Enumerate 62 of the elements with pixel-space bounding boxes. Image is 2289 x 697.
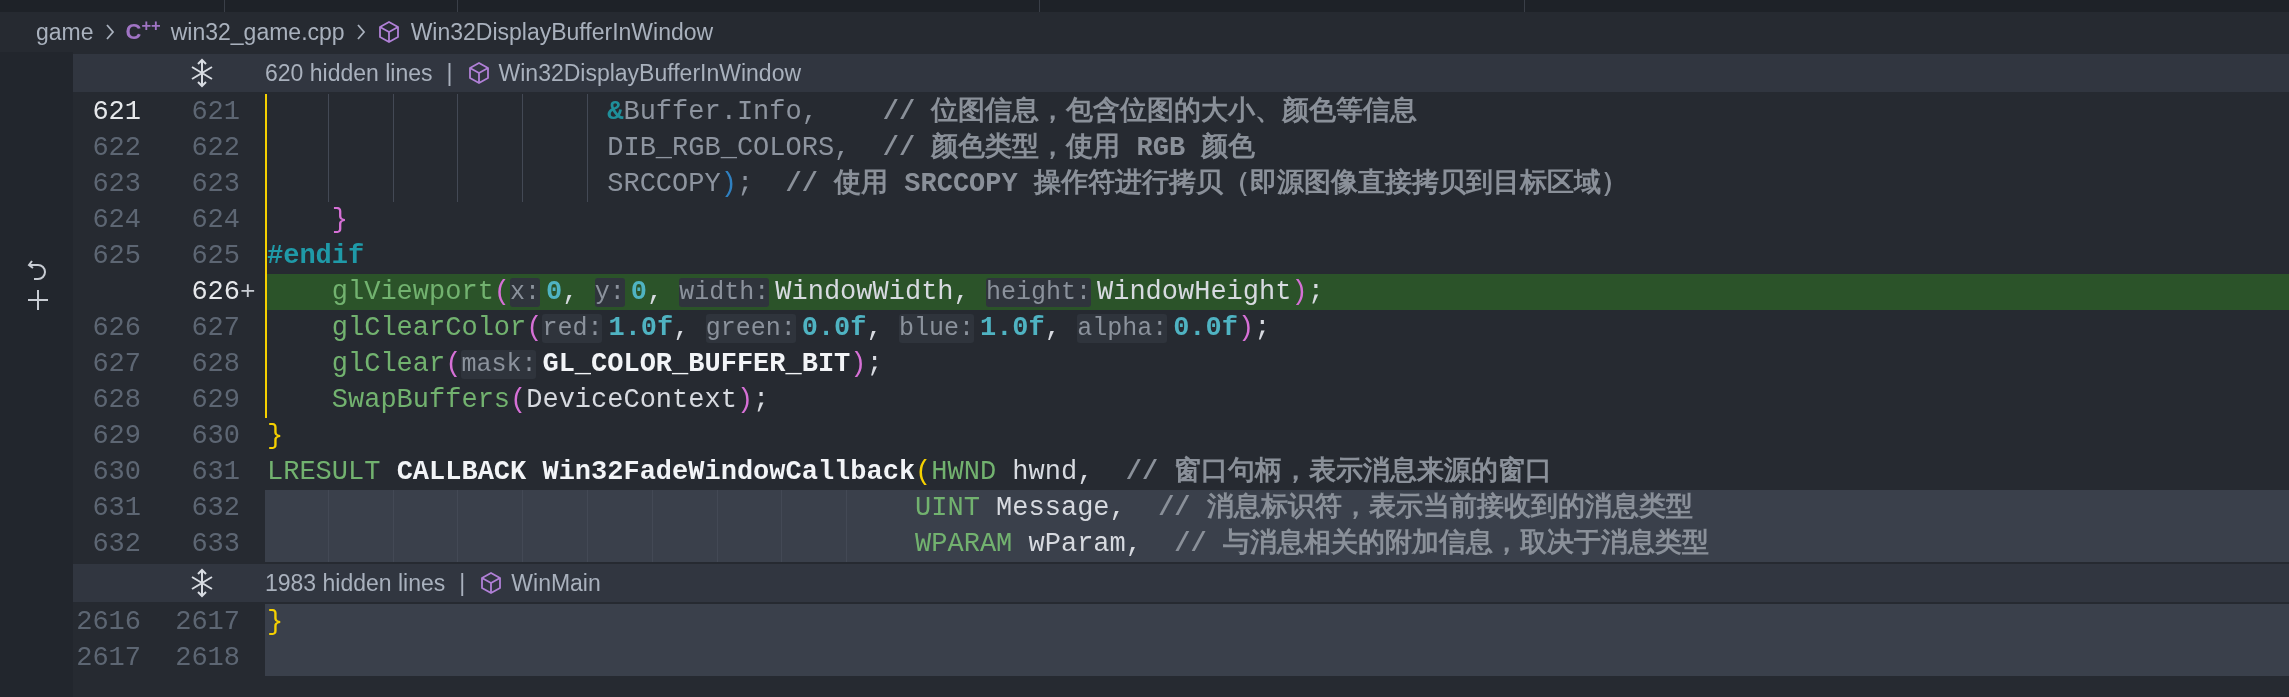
line-number: 631 xyxy=(191,457,240,487)
code-line: #endif xyxy=(267,241,365,271)
separator-text: | xyxy=(446,58,453,88)
code-line: } xyxy=(330,205,348,235)
line-number: 621 xyxy=(191,97,240,127)
breadcrumb-item[interactable]: game xyxy=(36,14,94,50)
code-line: UINT Message, // 消息标识符，表示当前接收到的消息类型 xyxy=(914,493,1693,523)
code-line: SwapBuffers(DeviceContext); xyxy=(330,385,770,415)
line-number: 627 xyxy=(191,313,240,343)
code-line: &Buffer.Info, // 位图信息，包含位图的大小、颜色等信息 xyxy=(606,97,1418,127)
line-number: 2617 xyxy=(175,607,240,637)
unfold-icon[interactable] xyxy=(189,58,215,88)
line-number: 623 xyxy=(92,169,141,199)
cube-icon xyxy=(376,20,401,44)
hidden-lines-label[interactable]: 620 hidden lines xyxy=(265,55,433,91)
code-line: SRCCOPY); // 使用 SRCCOPY 操作符进行拷贝（即源图像直接拷贝到目标区域） xyxy=(606,169,1628,199)
unfold-icon[interactable] xyxy=(189,568,215,598)
line-number: 624 xyxy=(92,205,141,235)
added-marker: + xyxy=(240,279,256,305)
code-line: WPARAM wParam, // 与消息相关的附加信息，取决于消息类型 xyxy=(914,529,1709,559)
breadcrumb-item[interactable]: Win32DisplayBufferInWindow xyxy=(410,14,714,50)
chevron-icon xyxy=(354,22,367,42)
hidden-lines-label[interactable]: 1983 hidden lines xyxy=(265,565,446,601)
line-number: 622 xyxy=(191,133,240,163)
code-line: } xyxy=(267,607,284,637)
line-number: 628 xyxy=(92,385,141,415)
cube-icon xyxy=(479,571,504,595)
line-number: 629 xyxy=(92,421,141,451)
line-number: 626 xyxy=(191,277,240,307)
line-number: 631 xyxy=(92,493,141,523)
code-line: LRESULT CALLBACK Win32FadeWindowCallback(HWND hwnd, // 窗口句柄，表示消息来源的窗口 xyxy=(267,457,1553,487)
line-number: 2618 xyxy=(175,643,240,673)
separator-text: | xyxy=(459,568,466,598)
line-number: 625 xyxy=(92,241,141,271)
plus-icon[interactable] xyxy=(26,288,50,312)
symbol-label[interactable]: Win32DisplayBufferInWindow xyxy=(498,55,802,91)
line-number: 623 xyxy=(191,169,240,199)
line-number: 625 xyxy=(191,241,240,271)
code-line: glViewport(x: 0, y: 0, width: WindowWidth, height: WindowHeight); xyxy=(330,277,1324,307)
line-number: 624 xyxy=(191,205,240,235)
breadcrumb-item[interactable]: win32_game.cpp xyxy=(170,14,345,50)
line-number: 621 xyxy=(92,97,141,127)
line-number: 632 xyxy=(191,493,240,523)
line-number: 627 xyxy=(92,349,141,379)
code-line: glClear(mask: GL_COLOR_BUFFER_BIT); xyxy=(330,349,883,379)
cube-icon xyxy=(466,61,491,85)
symbol-label[interactable]: WinMain xyxy=(511,565,601,601)
line-number: 2616 xyxy=(76,607,141,637)
file-type-icon: C$^{++}$ xyxy=(125,21,161,43)
line-number: 2617 xyxy=(76,643,141,673)
line-number: 629 xyxy=(191,385,240,415)
code-line: } xyxy=(267,421,284,451)
line-number: 622 xyxy=(92,133,141,163)
line-number: 633 xyxy=(191,529,240,559)
code-line: DIB_RGB_COLORS, // 颜色类型，使用 RGB 颜色 xyxy=(606,133,1256,163)
line-number: 630 xyxy=(92,457,141,487)
line-number: 626 xyxy=(92,313,141,343)
line-number: 630 xyxy=(191,421,240,451)
chevron-icon xyxy=(103,22,116,42)
line-number: 628 xyxy=(191,349,240,379)
line-number: 632 xyxy=(92,529,141,559)
code-line: glClearColor(red: 1.0f, green: 0.0f, blue: 1.0f, alpha: 0.0f); xyxy=(330,313,1271,343)
